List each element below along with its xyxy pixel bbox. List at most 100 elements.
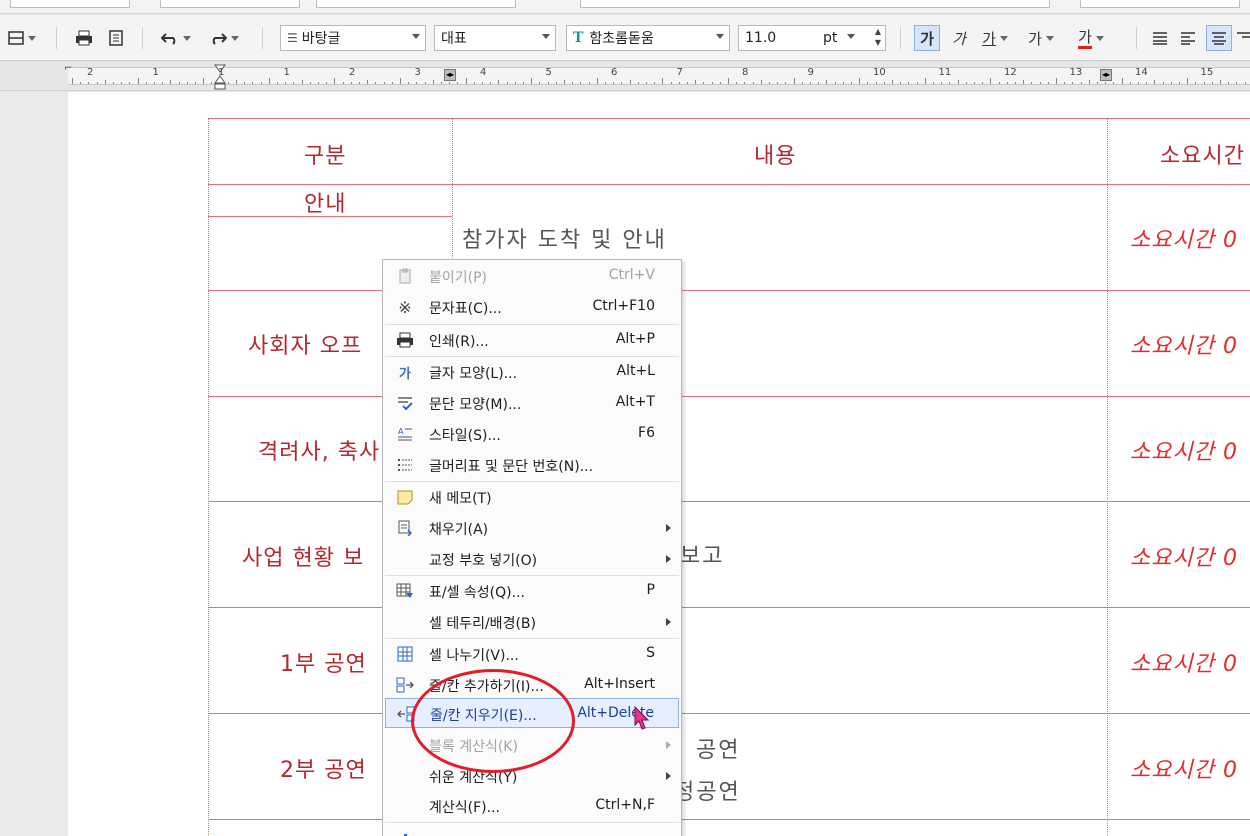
ruler-tick: [96, 82, 98, 84]
save-button[interactable]: [2, 25, 42, 51]
ruler-tick: [326, 82, 328, 84]
ruler-tick: [1072, 82, 1074, 84]
top-strip-control[interactable]: [10, 0, 130, 8]
top-menu-strip: [0, 0, 1250, 14]
ruler-tick: [170, 80, 172, 84]
submenu-arrow-icon: [666, 772, 671, 780]
menu-item-split-cell[interactable]: 셀 나누기(V)... S: [385, 639, 679, 669]
top-strip-field[interactable]: [580, 0, 1050, 8]
submenu-arrow-icon: [666, 524, 671, 532]
preview-button[interactable]: [102, 25, 130, 51]
align-center-icon: [1212, 32, 1226, 45]
menu-item-paste[interactable]: 붙이기(P) Ctrl+V: [385, 261, 679, 291]
menu-item-char-shape[interactable]: 가 글자 모양(L)... Alt+L: [385, 357, 679, 387]
ruler-tick: [473, 82, 475, 84]
menu-item-cell-border[interactable]: 셀 테두리/배경(B): [385, 607, 679, 637]
underline-button[interactable]: 가: [974, 25, 1016, 51]
font-color-glyph: 가: [1078, 28, 1092, 49]
ruler-number: 8: [742, 67, 749, 78]
ruler-tick: [687, 82, 688, 84]
tab-stop-icon[interactable]: ⌐: [64, 63, 72, 74]
column-marker-icon[interactable]: ◂▸: [1100, 69, 1112, 81]
language-select[interactable]: 대표: [434, 25, 556, 51]
print-button[interactable]: [70, 25, 98, 51]
menu-item-new-memo[interactable]: 새 메모(T): [385, 482, 679, 512]
spin-up-icon[interactable]: ▲: [875, 27, 881, 36]
memo-icon: [395, 488, 415, 506]
table-border: [1107, 118, 1108, 836]
submenu-arrow-icon: [666, 741, 671, 749]
menu-item-label: 글머리표 및 문단 번호(N)...: [429, 459, 594, 475]
ruler-tick: [334, 78, 336, 84]
font-size-value: 11.0: [745, 30, 777, 46]
ruler-tick: [1080, 82, 1082, 84]
top-strip-control[interactable]: [316, 0, 516, 8]
ruler-tick: [301, 80, 303, 84]
table-props-icon: [395, 582, 415, 600]
ruler-tick: [375, 82, 377, 84]
menu-item-bullets[interactable]: 글머리표 및 문단 번호(N)...: [385, 450, 679, 480]
undo-button[interactable]: [154, 25, 198, 51]
horizontal-ruler[interactable]: ◂▸ ◂▸ ⌐ 2 1 1 1 2 3 4 5 6 7 8 9 10 11 12 13 14 15: [0, 61, 1250, 91]
align-center-button[interactable]: [1206, 25, 1232, 51]
menu-item-label: 셀 나누기(V)...: [429, 648, 519, 664]
menu-item-chart[interactable]: [385, 823, 679, 836]
ruler-tick: [441, 82, 442, 84]
redo-button[interactable]: [202, 25, 246, 51]
table-border: [208, 118, 209, 836]
style-select[interactable]: ☰ 바탕글: [280, 25, 426, 51]
ruler-number: 6: [611, 67, 618, 78]
ruler-tick: [506, 82, 508, 84]
menu-item-fill[interactable]: 채우기(A): [385, 513, 679, 543]
char-shape-icon: 가: [399, 366, 411, 382]
ruler-tick: [367, 80, 369, 84]
ruler-tick: [219, 82, 221, 84]
table-border: [208, 184, 1250, 185]
ruler-tick: [1244, 82, 1246, 84]
italic-button[interactable]: 가: [946, 25, 972, 51]
align-right-button[interactable]: [1236, 25, 1250, 51]
para-shape-icon: [395, 394, 415, 412]
ruler-tick: [293, 82, 295, 84]
ruler-tick: [1220, 80, 1221, 84]
ruler-tick: [1228, 82, 1230, 84]
menu-item-shortcut: Alt+P: [615, 331, 655, 347]
strike-button[interactable]: 가: [1020, 25, 1062, 51]
ruler-tick: [678, 82, 680, 84]
column-marker-icon[interactable]: ◂▸: [444, 69, 456, 81]
split-cell-icon: [395, 645, 415, 663]
ruler-number: 2: [349, 67, 356, 78]
menu-item-print[interactable]: 인쇄(R)... Alt+P: [385, 325, 679, 355]
underline-glyph: 가: [982, 29, 996, 48]
ruler-tick: [810, 82, 811, 84]
align-left-button[interactable]: [1176, 25, 1200, 51]
ruler-tick: [514, 82, 516, 84]
top-strip-control[interactable]: [1080, 0, 1240, 8]
ruler-number: 15: [1200, 67, 1214, 78]
menu-item-table-props[interactable]: 표/셀 속성(Q)... P: [385, 576, 679, 606]
font-size-field[interactable]: 11.0 pt ▲ ▼: [738, 25, 886, 51]
bold-button[interactable]: 가: [914, 25, 940, 51]
ruler-tick: [621, 82, 623, 84]
ruler-tick: [498, 80, 500, 84]
ruler-tick: [1105, 82, 1107, 84]
ruler-tick: [719, 82, 721, 84]
menu-item-proofread[interactable]: 교정 부호 넣기(O): [385, 544, 679, 574]
ruler-tick: [941, 82, 943, 84]
font-select[interactable]: T 함초롬돋움: [566, 25, 730, 51]
ruler-number: 7: [676, 67, 683, 78]
menu-item-formula[interactable]: 계산식(F)... Ctrl+N,F: [385, 791, 679, 821]
ruler-tick: [1064, 82, 1066, 84]
top-strip-control[interactable]: [160, 0, 300, 8]
ruler-number: 13: [1069, 67, 1083, 78]
justify-button[interactable]: [1148, 25, 1172, 51]
printer-icon: [76, 30, 92, 46]
ruler-tick: [769, 82, 770, 84]
ruler-tick: [834, 82, 836, 84]
spin-down-icon[interactable]: ▼: [875, 38, 881, 47]
menu-item-para-shape[interactable]: 문단 모양(M)... Alt+T: [385, 388, 679, 418]
font-color-button[interactable]: 가: [1068, 25, 1114, 51]
ruler-tick: [457, 82, 459, 84]
menu-item-style[interactable]: A 스타일(S)... F6: [385, 419, 679, 449]
menu-item-symbols[interactable]: ※ 문자표(C)... Ctrl+F10: [385, 292, 679, 322]
